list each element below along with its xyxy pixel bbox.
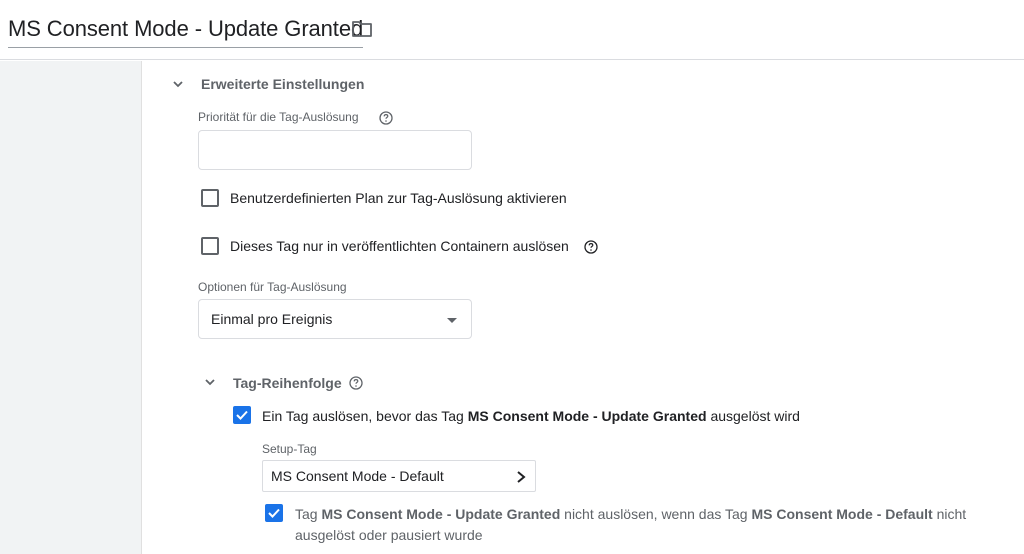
- priority-label: Priorität für die Tag-Auslösung: [198, 110, 359, 124]
- advanced-settings-title[interactable]: Erweiterte Einstellungen: [201, 76, 364, 92]
- setup-tag-value: MS Consent Mode - Default: [271, 468, 444, 484]
- fire-before-label: Ein Tag auslösen, bevor das Tag MS Conse…: [262, 408, 800, 424]
- priority-input[interactable]: [198, 130, 472, 170]
- checkmark-icon: [268, 508, 280, 518]
- chevron-down-icon[interactable]: [171, 77, 185, 91]
- dont-fire-label: Tag MS Consent Mode - Update Granted nic…: [295, 504, 995, 546]
- tag-sequencing-title[interactable]: Tag-Reihenfolge: [233, 375, 342, 391]
- left-panel: [0, 61, 142, 554]
- dont-fire-suffix: nicht: [936, 506, 967, 522]
- checkmark-icon: [236, 410, 248, 420]
- dont-fire-prefix: Tag: [295, 506, 318, 522]
- fire-before-tag-name: MS Consent Mode - Update Granted: [467, 408, 707, 424]
- help-icon[interactable]: [379, 111, 393, 125]
- advanced-settings-panel: Erweiterte Einstellungen Priorität für d…: [142, 61, 1024, 554]
- folder-icon[interactable]: [351, 19, 373, 39]
- fire-before-checkbox[interactable]: [233, 406, 251, 424]
- setup-tag-label: Setup-Tag: [262, 442, 317, 456]
- firing-options-value: Einmal pro Ereignis: [211, 311, 333, 327]
- chevron-right-icon: [517, 471, 526, 483]
- help-icon[interactable]: [349, 376, 363, 390]
- dont-fire-setup-name: MS Consent Mode - Default: [751, 506, 933, 522]
- published-only-checkbox[interactable]: [201, 237, 219, 255]
- help-icon[interactable]: [584, 240, 598, 254]
- fire-before-suffix: ausgelöst wird: [710, 408, 800, 424]
- dont-fire-line2: ausgelöst oder pausiert wurde: [295, 527, 483, 543]
- setup-tag-selector[interactable]: MS Consent Mode - Default: [262, 460, 536, 492]
- dont-fire-if-setup-fails-checkbox[interactable]: [265, 504, 283, 522]
- dropdown-arrow-icon: [447, 318, 457, 323]
- dont-fire-tag-name: MS Consent Mode - Update Granted: [321, 506, 561, 522]
- custom-schedule-checkbox[interactable]: [201, 189, 219, 207]
- firing-options-label: Optionen für Tag-Auslösung: [198, 280, 347, 294]
- firing-options-select[interactable]: Einmal pro Ereignis: [198, 299, 472, 339]
- header-bar: MS Consent Mode - Update Granted: [0, 0, 1024, 60]
- dont-fire-middle: nicht auslösen, wenn das Tag: [564, 506, 748, 522]
- published-only-label: Dieses Tag nur in veröffentlichten Conta…: [230, 238, 569, 254]
- tag-title[interactable]: MS Consent Mode - Update Granted: [8, 15, 363, 48]
- custom-schedule-label: Benutzerdefinierten Plan zur Tag-Auslösu…: [230, 190, 567, 206]
- chevron-down-icon[interactable]: [203, 375, 217, 389]
- fire-before-prefix: Ein Tag auslösen, bevor das Tag: [262, 408, 464, 424]
